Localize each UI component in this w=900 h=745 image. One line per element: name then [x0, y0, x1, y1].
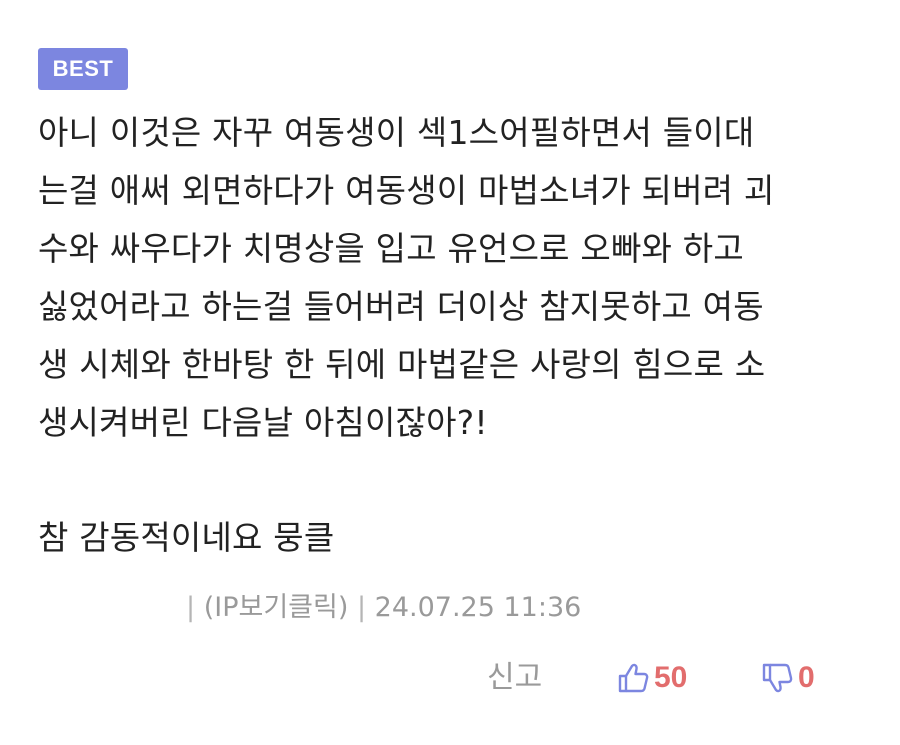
comment-line: 는걸 애써 외면하다가 여동생이 마법소녀가 되버려 괴 — [38, 171, 775, 210]
best-comment: BEST 아니 이것은 자꾸 여동생이 섹1스어필하면서 들이대 는걸 애써 외… — [0, 0, 900, 745]
comment-line: 싫었어라고 하는걸 들어버려 더이상 참지못하고 여동 — [38, 287, 764, 326]
meta-separator: | — [356, 592, 367, 623]
downvote-button[interactable]: 0 — [760, 656, 815, 700]
comment-actions: 신고 50 0 — [0, 650, 900, 706]
report-button[interactable]: 신고 — [487, 656, 542, 700]
comment-line: 아니 이것은 자꾸 여동생이 섹1스어필하면서 들이대 — [38, 113, 755, 152]
comment-line: 참 감동적이네요 뭉클 — [38, 518, 335, 557]
comment-line: 수와 싸우다가 치명상을 입고 유언으로 오빠와 하고 — [38, 229, 744, 268]
thumbs-down-icon — [760, 661, 794, 695]
upvote-button[interactable]: 50 — [616, 656, 687, 700]
comment-line: 생시켜버린 다음날 아침이잖아?! — [38, 403, 488, 442]
author-ip-link[interactable]: (IP보기클릭) — [204, 592, 349, 623]
comment-date: 24.07.25 11:36 — [374, 592, 582, 623]
comment-body: 아니 이것은 자꾸 여동생이 섹1스어필하면서 들이대 는걸 애써 외면하다가 … — [38, 104, 868, 567]
best-badge: BEST — [38, 48, 128, 90]
thumbs-up-icon — [616, 661, 650, 695]
downvote-count: 0 — [798, 661, 815, 694]
meta-separator: | — [186, 592, 196, 623]
comment-line: 생 시체와 한바탕 한 뒤에 마법같은 사랑의 힘으로 소 — [38, 345, 766, 384]
upvote-count: 50 — [654, 661, 688, 694]
comment-meta: | (IP보기클릭) | 24.07.25 11:36 — [186, 586, 581, 630]
